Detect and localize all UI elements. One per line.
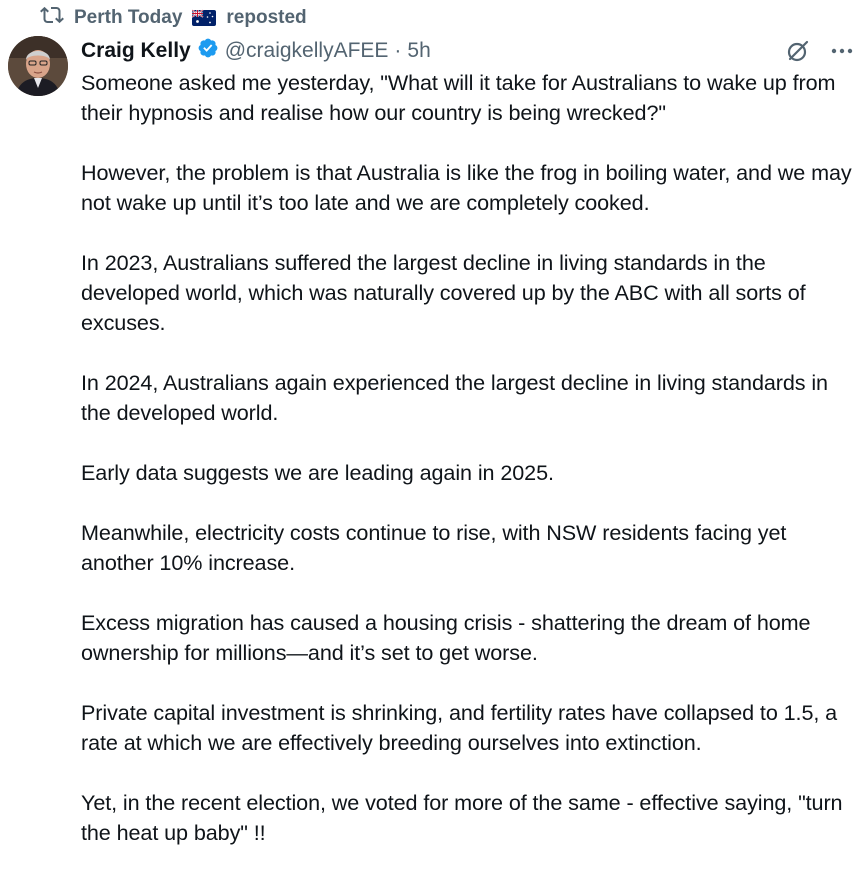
repost-account[interactable]: Perth Today [74,7,182,29]
tweet-paragraph: Someone asked me yesterday, "What will i… [81,70,836,125]
tweet-paragraph: However, the problem is that Australia i… [81,160,852,215]
tweet-paragraph: Excess migration has caused a housing cr… [81,610,811,665]
repost-label: reposted [226,7,307,28]
tweet-actions [785,38,855,69]
author-name[interactable]: Craig Kelly [81,39,191,63]
tweet-paragraph: Early data suggests we are leading again… [81,460,554,485]
australia-flag-icon [192,6,217,30]
tweet-paragraph: In 2023, Australians suffered the larges… [81,250,806,335]
tweet-paragraph: Private capital investment is shrinking,… [81,700,838,755]
tweet-header: Craig Kelly @craigkellyAFEE · 5h [81,36,431,66]
timestamp[interactable]: 5h [407,39,430,63]
tweet-paragraph: Yet, in the recent election, we voted fo… [81,790,843,845]
avatar[interactable] [8,36,68,96]
tweet-paragraph: In 2024, Australians again experienced t… [81,370,828,425]
tweet-paragraph: Meanwhile, electricity costs continue to… [81,520,787,575]
verified-badge-icon [197,37,219,65]
repost-context[interactable]: Perth Today reposted [40,4,307,32]
grok-icon[interactable] [785,38,811,69]
separator-dot: · [394,39,402,62]
repost-icon [40,3,64,33]
more-icon[interactable] [829,38,855,69]
author-handle[interactable]: @craigkellyAFEE [225,39,389,63]
tweet-text: Someone asked me yesterday, "What will i… [81,68,859,878]
